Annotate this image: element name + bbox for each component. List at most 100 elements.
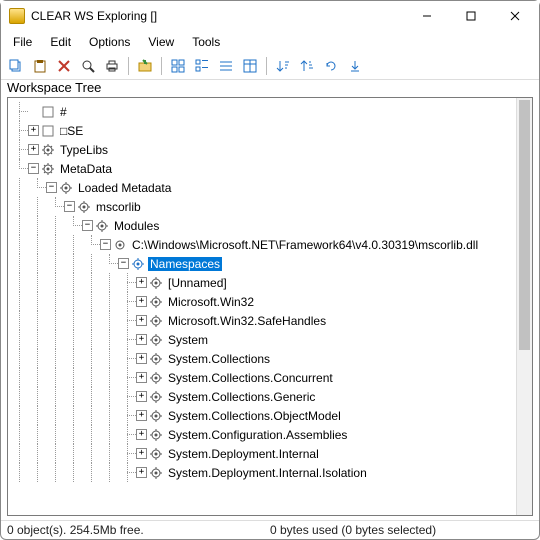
tree-row[interactable]: + System.Deployment.Internal.Isolation	[10, 463, 516, 482]
expand-icon[interactable]: +	[136, 448, 147, 459]
expand-icon[interactable]: +	[136, 353, 147, 364]
box-icon	[41, 124, 55, 138]
tree-row[interactable]: − C:\Windows\Microsoft.NET\Framework64\v…	[10, 235, 516, 254]
expand-icon[interactable]: +	[136, 410, 147, 421]
download-icon[interactable]	[344, 55, 366, 77]
new-folder-button[interactable]	[134, 55, 156, 77]
gear-icon	[59, 181, 73, 195]
tree-row[interactable]: + System.Collections.Concurrent	[10, 368, 516, 387]
tree-label: Loaded Metadata	[76, 181, 173, 195]
tree-row[interactable]: + System	[10, 330, 516, 349]
tree-row[interactable]: + Microsoft.Win32	[10, 292, 516, 311]
gear-icon	[149, 352, 163, 366]
view-list-button[interactable]	[215, 55, 237, 77]
expand-icon[interactable]: +	[136, 429, 147, 440]
scrollbar-thumb[interactable]	[519, 100, 530, 350]
tree-row[interactable]: + System.Deployment.Internal	[10, 444, 516, 463]
menu-file[interactable]: File	[5, 33, 40, 51]
tree-label: □SE	[58, 124, 85, 138]
copy-button[interactable]	[5, 55, 27, 77]
tree-row[interactable]: + [Unnamed]	[10, 273, 516, 292]
menu-tools[interactable]: Tools	[184, 33, 228, 51]
tree-label: System.Collections.ObjectModel	[166, 409, 343, 423]
tree-label: Microsoft.Win32.SafeHandles	[166, 314, 328, 328]
gear-icon	[131, 257, 145, 271]
gear-icon	[113, 238, 127, 252]
tree-row[interactable]: + System.Collections	[10, 349, 516, 368]
titlebar: CLEAR WS Exploring []	[1, 1, 539, 31]
menubar: File Edit Options View Tools	[1, 31, 539, 53]
sort-asc-icon[interactable]	[296, 55, 318, 77]
gear-icon	[149, 333, 163, 347]
gear-icon	[149, 466, 163, 480]
tree-label: System	[166, 333, 210, 347]
tree-label: Microsoft.Win32	[166, 295, 256, 309]
tree-label: #	[58, 105, 69, 119]
expand-icon[interactable]: +	[136, 467, 147, 478]
expand-icon[interactable]: +	[136, 315, 147, 326]
minimize-button[interactable]	[405, 1, 449, 31]
tree-label: System.Collections	[166, 352, 272, 366]
search-button[interactable]	[77, 55, 99, 77]
toolbar	[1, 53, 539, 80]
close-button[interactable]	[493, 1, 537, 31]
gear-icon	[77, 200, 91, 214]
status-right: 0 bytes used (0 bytes selected)	[270, 523, 533, 537]
collapse-icon[interactable]: −	[28, 163, 39, 174]
gear-icon	[149, 276, 163, 290]
expand-icon[interactable]: +	[28, 125, 39, 136]
view-small-button[interactable]	[191, 55, 213, 77]
tree-label: TypeLibs	[58, 143, 110, 157]
tree-label: C:\Windows\Microsoft.NET\Framework64\v4.…	[130, 238, 480, 252]
tree-row[interactable]: + System.Configuration.Assemblies	[10, 425, 516, 444]
tree-row[interactable]: + System.Collections.ObjectModel	[10, 406, 516, 425]
collapse-icon[interactable]: −	[100, 239, 111, 250]
panel-header: Workspace Tree	[1, 80, 539, 97]
toolbar-separator	[266, 57, 267, 75]
tree-row[interactable]: + Microsoft.Win32.SafeHandles	[10, 311, 516, 330]
collapse-icon[interactable]: −	[118, 258, 129, 269]
tree-row[interactable]: + System.Collections.Generic	[10, 387, 516, 406]
gear-icon	[95, 219, 109, 233]
gear-icon	[149, 390, 163, 404]
tree-row[interactable]: + □SE	[10, 121, 516, 140]
tree-label: System.Deployment.Internal.Isolation	[166, 466, 369, 480]
gear-icon	[149, 447, 163, 461]
gear-icon	[41, 162, 55, 176]
menu-view[interactable]: View	[140, 33, 182, 51]
menu-options[interactable]: Options	[81, 33, 138, 51]
gear-icon	[149, 428, 163, 442]
collapse-icon[interactable]: −	[46, 182, 57, 193]
window-title: CLEAR WS Exploring []	[31, 9, 157, 23]
tree-row[interactable]: + #	[10, 102, 516, 121]
gear-icon	[149, 371, 163, 385]
refresh-icon[interactable]	[320, 55, 342, 77]
expand-icon[interactable]: +	[136, 372, 147, 383]
paste-button[interactable]	[29, 55, 51, 77]
expand-icon[interactable]: +	[136, 296, 147, 307]
view-details-button[interactable]	[239, 55, 261, 77]
maximize-button[interactable]	[449, 1, 493, 31]
menu-edit[interactable]: Edit	[42, 33, 79, 51]
expand-icon[interactable]: +	[136, 334, 147, 345]
statusbar: 0 object(s). 254.5Mb free. 0 bytes used …	[1, 520, 539, 539]
status-left: 0 object(s). 254.5Mb free.	[7, 523, 270, 537]
collapse-icon[interactable]: −	[64, 201, 75, 212]
workspace-tree[interactable]: + # + □SE + TypeLibs − MetaData − Loaded…	[8, 98, 516, 515]
vertical-scrollbar[interactable]	[516, 98, 532, 515]
expand-icon[interactable]: +	[28, 144, 39, 155]
tree-label: System.Deployment.Internal	[166, 447, 321, 461]
gear-icon	[149, 295, 163, 309]
tree-label: System.Collections.Concurrent	[166, 371, 335, 385]
expand-icon[interactable]: +	[136, 391, 147, 402]
collapse-icon[interactable]: −	[82, 220, 93, 231]
tree-label: System.Configuration.Assemblies	[166, 428, 349, 442]
delete-button[interactable]	[53, 55, 75, 77]
view-large-button[interactable]	[167, 55, 189, 77]
expand-icon[interactable]: +	[136, 277, 147, 288]
app-icon	[9, 8, 25, 24]
tree-container: + # + □SE + TypeLibs − MetaData − Loaded…	[7, 97, 533, 516]
sort-desc-icon[interactable]	[272, 55, 294, 77]
tree-label: [Unnamed]	[166, 276, 229, 290]
print-button[interactable]	[101, 55, 123, 77]
